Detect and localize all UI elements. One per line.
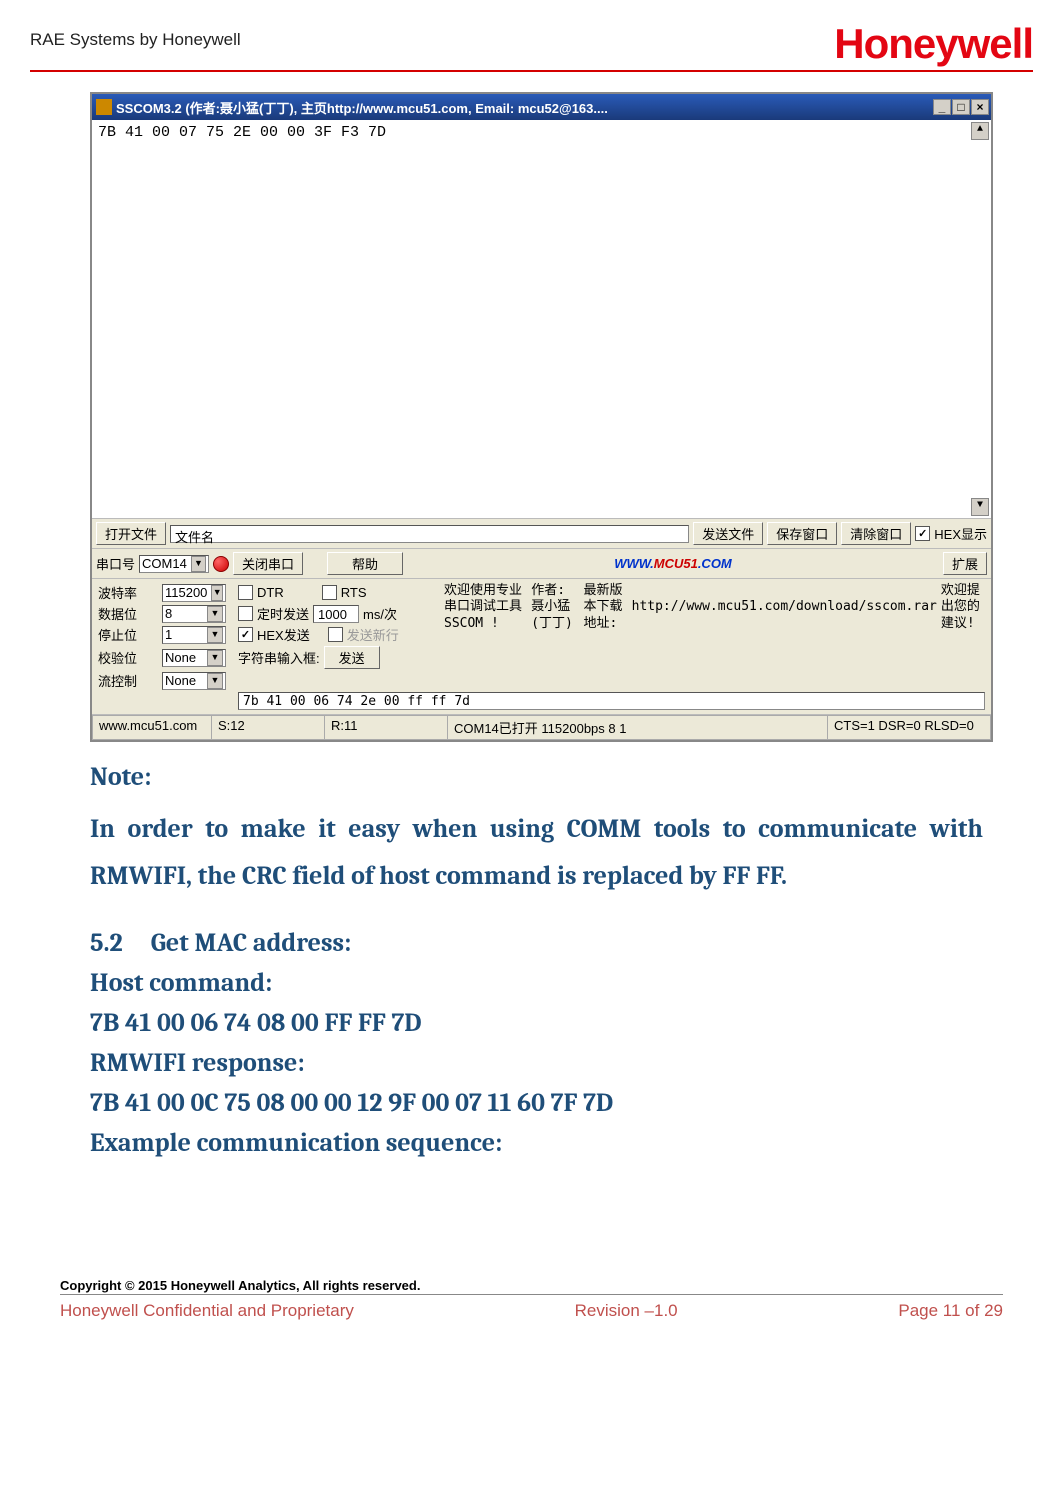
hex-send-label: HEX发送 <box>257 625 310 644</box>
string-input-label: 字符串输入框: <box>238 648 320 667</box>
note-body: In order to make it easy when using COMM… <box>90 806 983 900</box>
parity-label: 校验位 <box>98 648 137 667</box>
host-command-value: 7B 41 00 06 74 08 00 FF FF 7D <box>90 1008 983 1038</box>
rts-label: RTS <box>341 585 367 600</box>
timed-send-label: 定时发送 <box>257 604 309 623</box>
status-com: COM14已打开 115200bps 8 1 <box>448 715 828 740</box>
baud-label: 波特率 <box>98 583 137 602</box>
section-title: Get MAC address: <box>151 928 352 958</box>
section-number: 5.2 <box>90 928 123 958</box>
dtr-label: DTR <box>257 585 284 600</box>
interval-input[interactable]: 1000 <box>313 605 359 623</box>
note-heading: Note: <box>90 762 983 792</box>
window-title: SSCOM3.2 (作者:聂小猛(丁丁), 主页http://www.mcu51… <box>116 98 608 117</box>
console-output[interactable]: 7B 41 00 07 75 2E 00 00 3F F3 7D ▲ ▼ <box>92 120 991 518</box>
open-file-button[interactable]: 打开文件 <box>96 522 166 545</box>
send-button[interactable]: 发送 <box>324 646 380 669</box>
close-port-button[interactable]: 关闭串口 <box>233 552 303 575</box>
scroll-down-icon[interactable]: ▼ <box>971 498 989 516</box>
sscom-window: SSCOM3.2 (作者:聂小猛(丁丁), 主页http://www.mcu51… <box>90 92 993 742</box>
filename-input[interactable]: 文件名 <box>170 525 689 543</box>
titlebar[interactable]: SSCOM3.2 (作者:聂小猛(丁丁), 主页http://www.mcu51… <box>92 94 991 120</box>
port-select[interactable]: COM14 ▼ <box>139 555 209 573</box>
chevron-down-icon[interactable]: ▼ <box>207 673 223 689</box>
file-row: 打开文件 文件名 发送文件 保存窗口 清除窗口 ✓ HEX显示 <box>92 518 991 548</box>
save-window-button[interactable]: 保存窗口 <box>767 522 837 545</box>
host-command-label: Host command: <box>90 968 983 998</box>
page-header: RAE Systems by Honeywell Honeywell <box>30 20 1033 72</box>
maximize-button[interactable]: □ <box>952 99 970 115</box>
dtr-checkbox[interactable] <box>238 585 253 600</box>
send-newline-checkbox <box>328 627 343 642</box>
mcu51-link[interactable]: WWW.MCU51.COM <box>407 556 939 571</box>
rts-checkbox[interactable] <box>322 585 337 600</box>
hex-input[interactable]: 7b 41 00 06 74 2e 00 ff ff 7d <box>238 692 985 710</box>
app-icon <box>96 99 112 115</box>
flow-label: 流控制 <box>98 671 137 690</box>
section-heading: 5.2 Get MAC address: <box>90 928 983 958</box>
expand-button[interactable]: 扩展 <box>943 552 987 575</box>
interval-unit: ms/次 <box>363 604 397 623</box>
chevron-down-icon[interactable]: ▼ <box>207 650 223 666</box>
data-label: 数据位 <box>98 604 137 623</box>
send-newline-label: 发送新行 <box>347 625 399 644</box>
header-company: RAE Systems by Honeywell <box>30 20 241 50</box>
parity-select[interactable]: None▼ <box>162 649 226 667</box>
copyright-text: Copyright © 2015 Honeywell Analytics, Al… <box>60 1278 1003 1295</box>
hex-send-checkbox[interactable]: ✓ <box>238 627 253 642</box>
chevron-down-icon[interactable]: ▼ <box>191 556 206 572</box>
response-value: 7B 41 00 0C 75 08 00 00 12 9F 00 07 11 6… <box>90 1088 983 1118</box>
status-bar: www.mcu51.com S:12 R:11 COM14已打开 115200b… <box>92 714 991 740</box>
footer-right: Page 11 of 29 <box>898 1301 1003 1321</box>
baud-select[interactable]: 115200▼ <box>162 584 226 602</box>
send-file-button[interactable]: 发送文件 <box>693 522 763 545</box>
status-sent: S:12 <box>212 715 325 740</box>
chevron-down-icon[interactable]: ▼ <box>207 627 223 643</box>
page-footer: Copyright © 2015 Honeywell Analytics, Al… <box>30 1278 1033 1321</box>
data-select[interactable]: 8▼ <box>162 605 226 623</box>
example-label: Example communication sequence: <box>90 1128 983 1158</box>
footer-mid: Revision –1.0 <box>575 1301 678 1321</box>
info-text: 欢迎使用专业串口调试工具SSCOM ! 作者: 聂小猛(丁丁) 最新版本下载地址… <box>444 583 985 632</box>
flow-select[interactable]: None▼ <box>162 672 226 690</box>
stop-select[interactable]: 1▼ <box>162 626 226 644</box>
chevron-down-icon[interactable]: ▼ <box>211 585 223 601</box>
close-button[interactable]: × <box>971 99 989 115</box>
scroll-up-icon[interactable]: ▲ <box>971 122 989 140</box>
footer-left: Honeywell Confidential and Proprietary <box>60 1301 354 1321</box>
timed-send-checkbox[interactable] <box>238 606 253 621</box>
stop-label: 停止位 <box>98 625 137 644</box>
response-label: RMWIFI response: <box>90 1048 983 1078</box>
status-site: www.mcu51.com <box>92 715 212 740</box>
help-button[interactable]: 帮助 <box>327 552 403 575</box>
chevron-down-icon[interactable]: ▼ <box>207 606 223 622</box>
clear-window-button[interactable]: 清除窗口 <box>841 522 911 545</box>
document-body: Note: In order to make it easy when usin… <box>30 762 1033 1158</box>
settings-panel: 波特率 115200▼ DTR RTS 欢迎使用专业串口调试工具SSCOM ! … <box>92 578 991 714</box>
hex-display-checkbox[interactable]: ✓ <box>915 526 930 541</box>
port-no-label: 串口号 <box>96 554 135 573</box>
honeywell-logo: Honeywell <box>834 20 1033 68</box>
hex-display-label: HEX显示 <box>934 524 987 543</box>
status-cts: CTS=1 DSR=0 RLSD=0 <box>828 715 991 740</box>
minimize-button[interactable]: _ <box>933 99 951 115</box>
status-recv: R:11 <box>325 715 448 740</box>
console-text: 7B 41 00 07 75 2E 00 00 3F F3 7D <box>98 124 386 141</box>
record-icon[interactable] <box>213 556 229 572</box>
port-row: 串口号 COM14 ▼ 关闭串口 帮助 WWW.MCU51.COM 扩展 <box>92 548 991 578</box>
